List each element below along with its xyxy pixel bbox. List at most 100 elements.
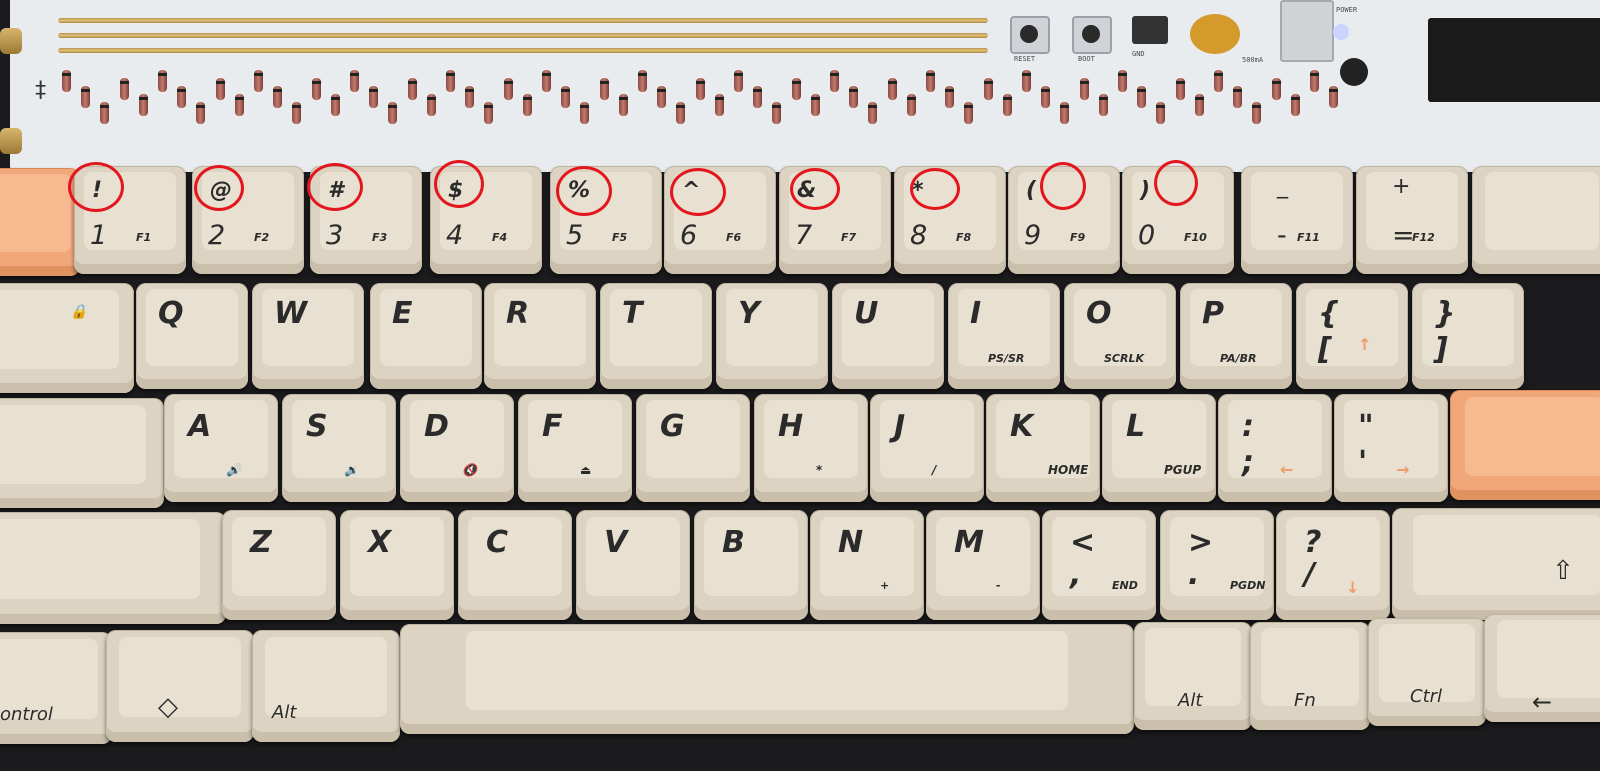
shift-legend: ^ xyxy=(682,178,701,203)
key-t[interactable]: T xyxy=(600,283,712,389)
main-legend: 1 xyxy=(90,220,108,251)
key-tab[interactable]: 🔒 xyxy=(0,283,134,393)
gold-trace xyxy=(58,48,988,53)
key-bracket-left[interactable]: {[↑ xyxy=(1296,283,1408,389)
sub-legend: 🔉 xyxy=(344,463,359,477)
key-enter[interactable] xyxy=(1450,390,1600,500)
pcb-mark: ‡ xyxy=(34,78,48,103)
diode xyxy=(388,94,398,132)
key-1[interactable]: ! 1 F1 xyxy=(74,166,186,274)
diode xyxy=(791,70,801,108)
main-legend: - xyxy=(1277,220,1287,251)
key-g[interactable]: G xyxy=(636,394,750,502)
main-legend: 6 xyxy=(680,220,698,251)
diode xyxy=(426,86,436,124)
key-semicolon[interactable]: :; ← xyxy=(1218,394,1332,502)
key-b[interactable]: B xyxy=(694,510,808,620)
key-m[interactable]: M- xyxy=(926,510,1040,620)
boot-label: BOOT xyxy=(1078,55,1095,63)
diode xyxy=(292,94,302,132)
diode xyxy=(1175,70,1185,108)
lower-legend: , xyxy=(1070,557,1082,592)
key-slash[interactable]: ? / ↓ xyxy=(1276,510,1390,620)
sub-legend: + xyxy=(880,579,890,592)
diode xyxy=(657,78,667,116)
fn-legend: F5 xyxy=(612,231,628,244)
key-alt-right[interactable]: Alt xyxy=(1134,622,1252,730)
main-legend: A xyxy=(188,409,212,444)
key-i[interactable]: I PS/SR xyxy=(948,283,1060,389)
key-3[interactable]: #3 F3 xyxy=(310,166,422,274)
key-9[interactable]: (9 F9 xyxy=(1008,166,1120,274)
key-c[interactable]: C xyxy=(458,510,572,620)
key-6[interactable]: ^ 6 F6 xyxy=(664,166,776,274)
key-e[interactable]: E xyxy=(370,283,482,389)
key-0[interactable]: ) 0 F10 xyxy=(1122,166,1234,274)
key-esc[interactable] xyxy=(0,168,80,276)
key-d[interactable]: D 🔇 xyxy=(400,394,514,502)
key-a[interactable]: A 🔊 xyxy=(164,394,278,502)
key-5[interactable]: % 5 F5 xyxy=(550,166,662,274)
usb-connector xyxy=(1280,0,1334,62)
main-legend: K xyxy=(1010,409,1034,444)
key-k[interactable]: K HOME xyxy=(986,394,1100,502)
key-y[interactable]: Y xyxy=(716,283,828,389)
key-control[interactable]: ontrol xyxy=(0,632,112,744)
fn-legend: F4 xyxy=(492,231,508,244)
main-legend: 3 xyxy=(326,220,344,251)
key-8[interactable]: * 8 F8 xyxy=(894,166,1006,274)
key-caps[interactable] xyxy=(0,398,164,508)
key-shift-right[interactable]: ⇧ xyxy=(1392,508,1600,620)
main-legend: B xyxy=(722,525,745,560)
key-s[interactable]: S 🔉 xyxy=(282,394,396,502)
key-bracket-right[interactable]: }] xyxy=(1412,283,1524,389)
key-4[interactable]: $4 F4 xyxy=(430,166,542,274)
key-alt-left[interactable]: Alt xyxy=(252,630,400,742)
key-j[interactable]: J / xyxy=(870,394,984,502)
diode xyxy=(446,62,455,100)
key-w[interactable]: W xyxy=(252,283,364,389)
key-u[interactable]: U xyxy=(832,283,944,389)
key-minus[interactable]: _ - F11 xyxy=(1241,166,1353,274)
key-l[interactable]: L PGUP xyxy=(1102,394,1216,502)
key-o[interactable]: O SCRLK xyxy=(1064,283,1176,389)
diode xyxy=(1233,78,1243,116)
key-comma[interactable]: <, END xyxy=(1042,510,1156,620)
diode xyxy=(1041,78,1051,116)
diode xyxy=(273,78,283,116)
key-p[interactable]: P PA/BR xyxy=(1180,283,1292,389)
key-quote[interactable]: " ' → xyxy=(1334,394,1448,502)
shift-legend: + xyxy=(1392,174,1411,199)
diode xyxy=(311,70,321,108)
diode xyxy=(1060,94,1070,132)
key-2[interactable]: @2 F2 xyxy=(192,166,304,274)
key-shift-left[interactable] xyxy=(0,512,226,624)
key-h[interactable]: H * xyxy=(754,394,868,502)
key-backspace[interactable] xyxy=(1472,166,1600,274)
key-ctrl[interactable]: Ctrl xyxy=(1368,618,1486,726)
key-left-arrow[interactable]: ← xyxy=(1484,614,1600,722)
shift-legend: & xyxy=(797,178,817,203)
power-label: POWER xyxy=(1336,6,1358,14)
key-space[interactable] xyxy=(400,624,1134,734)
keyboard-photo: RESET BOOT GND 500mA POWER ‡ ! 1 F1 @2 F2 #3 F… xyxy=(0,0,1600,771)
key-x[interactable]: X xyxy=(340,510,454,620)
main-legend: 0 xyxy=(1138,220,1156,251)
key-r[interactable]: R xyxy=(484,283,596,389)
shift-legend: ) xyxy=(1140,178,1151,203)
shift-legend: # xyxy=(328,178,344,203)
key-fn[interactable]: Fn xyxy=(1250,622,1370,730)
standoff xyxy=(0,128,22,154)
gnd-label: GND xyxy=(1132,50,1145,58)
key-period[interactable]: >. PGDN xyxy=(1160,510,1274,620)
key-n[interactable]: N + xyxy=(810,510,924,620)
key-v[interactable]: V xyxy=(576,510,690,620)
key-f[interactable]: F ⏏ xyxy=(518,394,632,502)
key-equals[interactable]: + = F12 xyxy=(1356,166,1468,274)
key-z[interactable]: Z xyxy=(222,510,336,620)
key-meta[interactable]: ◇ xyxy=(106,630,254,742)
main-legend: O xyxy=(1086,296,1112,331)
diode xyxy=(1079,70,1089,108)
key-7[interactable]: & 7 F7 xyxy=(779,166,891,274)
key-q[interactable]: Q xyxy=(136,283,248,389)
